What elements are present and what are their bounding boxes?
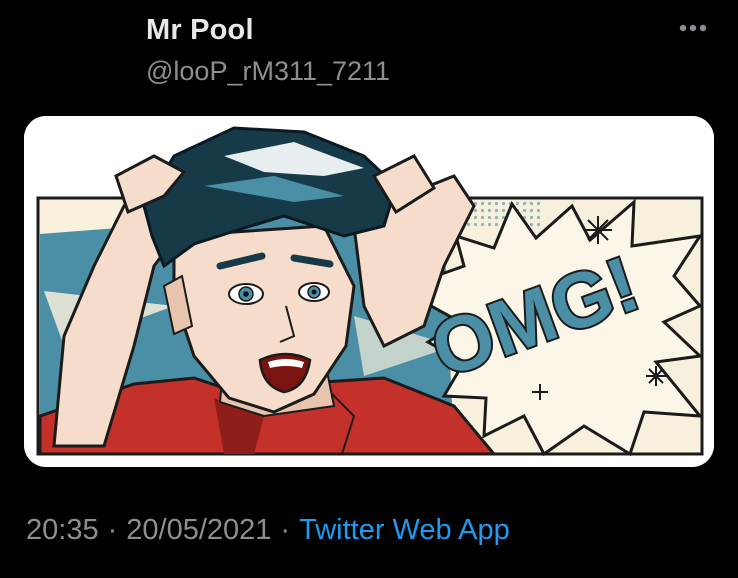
tweet-image[interactable]: OMG! — [24, 116, 714, 467]
meta-separator: · — [280, 514, 291, 546]
avatar[interactable] — [30, 22, 126, 102]
user-handle[interactable]: @looP_rM311_7211 — [146, 56, 390, 87]
tweet-meta: 20:35 · 20/05/2021 · Twitter Web App — [26, 514, 510, 547]
tweet-time[interactable]: 20:35 — [26, 514, 99, 546]
display-name[interactable]: Mr Pool — [146, 14, 254, 47]
omg-comic-illustration: OMG! — [24, 116, 714, 467]
tweet: Mr Pool @looP_rM311_7211 OMG! 20:35 · 20… — [0, 0, 738, 578]
meta-separator: · — [107, 514, 118, 546]
more-horizontal-icon — [679, 24, 707, 32]
tweet-date[interactable]: 20/05/2021 — [126, 514, 271, 546]
tweet-source-link[interactable]: Twitter Web App — [299, 514, 510, 546]
more-options-button[interactable] — [672, 14, 714, 42]
